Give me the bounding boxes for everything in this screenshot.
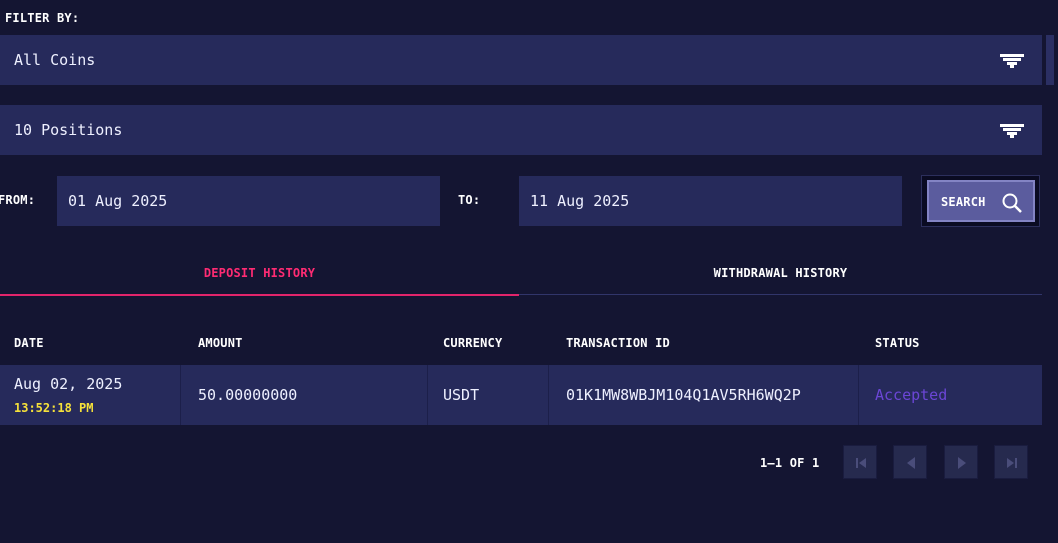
- cell-divider: [548, 365, 549, 425]
- next-page-button[interactable]: [944, 445, 978, 479]
- row-time: 13:52:18 PM: [14, 401, 94, 415]
- table-row: Aug 02, 2025 13:52:18 PM 50.00000000 USD…: [0, 365, 1042, 425]
- row-amount: 50.00000000: [198, 386, 298, 404]
- prev-page-button[interactable]: [893, 445, 927, 479]
- first-page-button[interactable]: [843, 445, 877, 479]
- column-header-status: STATUS: [875, 336, 920, 350]
- to-date-value: 11 Aug 2025: [530, 192, 630, 210]
- filter-by-label: FILTER BY:: [5, 11, 80, 25]
- search-button-label: SEARCH: [941, 195, 986, 209]
- last-page-icon: [1007, 458, 1017, 468]
- to-date-input[interactable]: 11 Aug 2025: [519, 176, 902, 226]
- coin-select-value: All Coins: [14, 51, 96, 69]
- chevron-down-icon: [1000, 124, 1024, 138]
- tab-deposit-history[interactable]: DEPOSIT HISTORY: [0, 256, 519, 296]
- first-page-icon: [856, 458, 866, 468]
- row-transaction-id: 01K1MW8WBJM104Q1AV5RH6WQ2P: [566, 386, 801, 404]
- search-icon: [1002, 193, 1022, 213]
- pagination-info: 1–1 OF 1: [760, 456, 820, 470]
- from-date-value: 01 Aug 2025: [68, 192, 168, 210]
- coin-select[interactable]: All Coins: [0, 35, 1042, 85]
- cell-divider: [180, 365, 181, 425]
- row-date: Aug 02, 2025: [14, 375, 123, 393]
- cell-divider: [858, 365, 859, 425]
- column-header-amount: AMOUNT: [198, 336, 243, 350]
- tab-withdrawal-history[interactable]: WITHDRAWAL HISTORY: [519, 256, 1042, 295]
- last-page-button[interactable]: [994, 445, 1028, 479]
- column-header-currency: CURRENCY: [443, 336, 503, 350]
- column-header-transaction-id: TRANSACTION ID: [566, 336, 670, 350]
- deposit-history-page: FILTER BY: All Coins 10 Positions FROM: …: [0, 0, 1058, 543]
- from-date-input[interactable]: 01 Aug 2025: [57, 176, 440, 226]
- search-button[interactable]: SEARCH: [927, 180, 1035, 222]
- from-label: FROM:: [0, 193, 36, 207]
- status-badge: Accepted: [875, 386, 948, 404]
- cell-divider: [427, 365, 428, 425]
- column-header-date: DATE: [14, 336, 44, 350]
- to-label: TO:: [458, 193, 481, 207]
- tab-withdrawal-history-label: WITHDRAWAL HISTORY: [713, 266, 848, 280]
- tab-deposit-history-label: DEPOSIT HISTORY: [203, 266, 316, 280]
- positions-select-value: 10 Positions: [14, 121, 123, 139]
- positions-select[interactable]: 10 Positions: [0, 105, 1042, 155]
- row-currency: USDT: [443, 386, 480, 404]
- next-page-icon: [958, 457, 966, 469]
- prev-page-icon: [907, 457, 915, 469]
- chevron-down-icon: [1000, 54, 1024, 68]
- search-button-frame: SEARCH: [921, 175, 1040, 227]
- scrollbar[interactable]: [1046, 35, 1054, 85]
